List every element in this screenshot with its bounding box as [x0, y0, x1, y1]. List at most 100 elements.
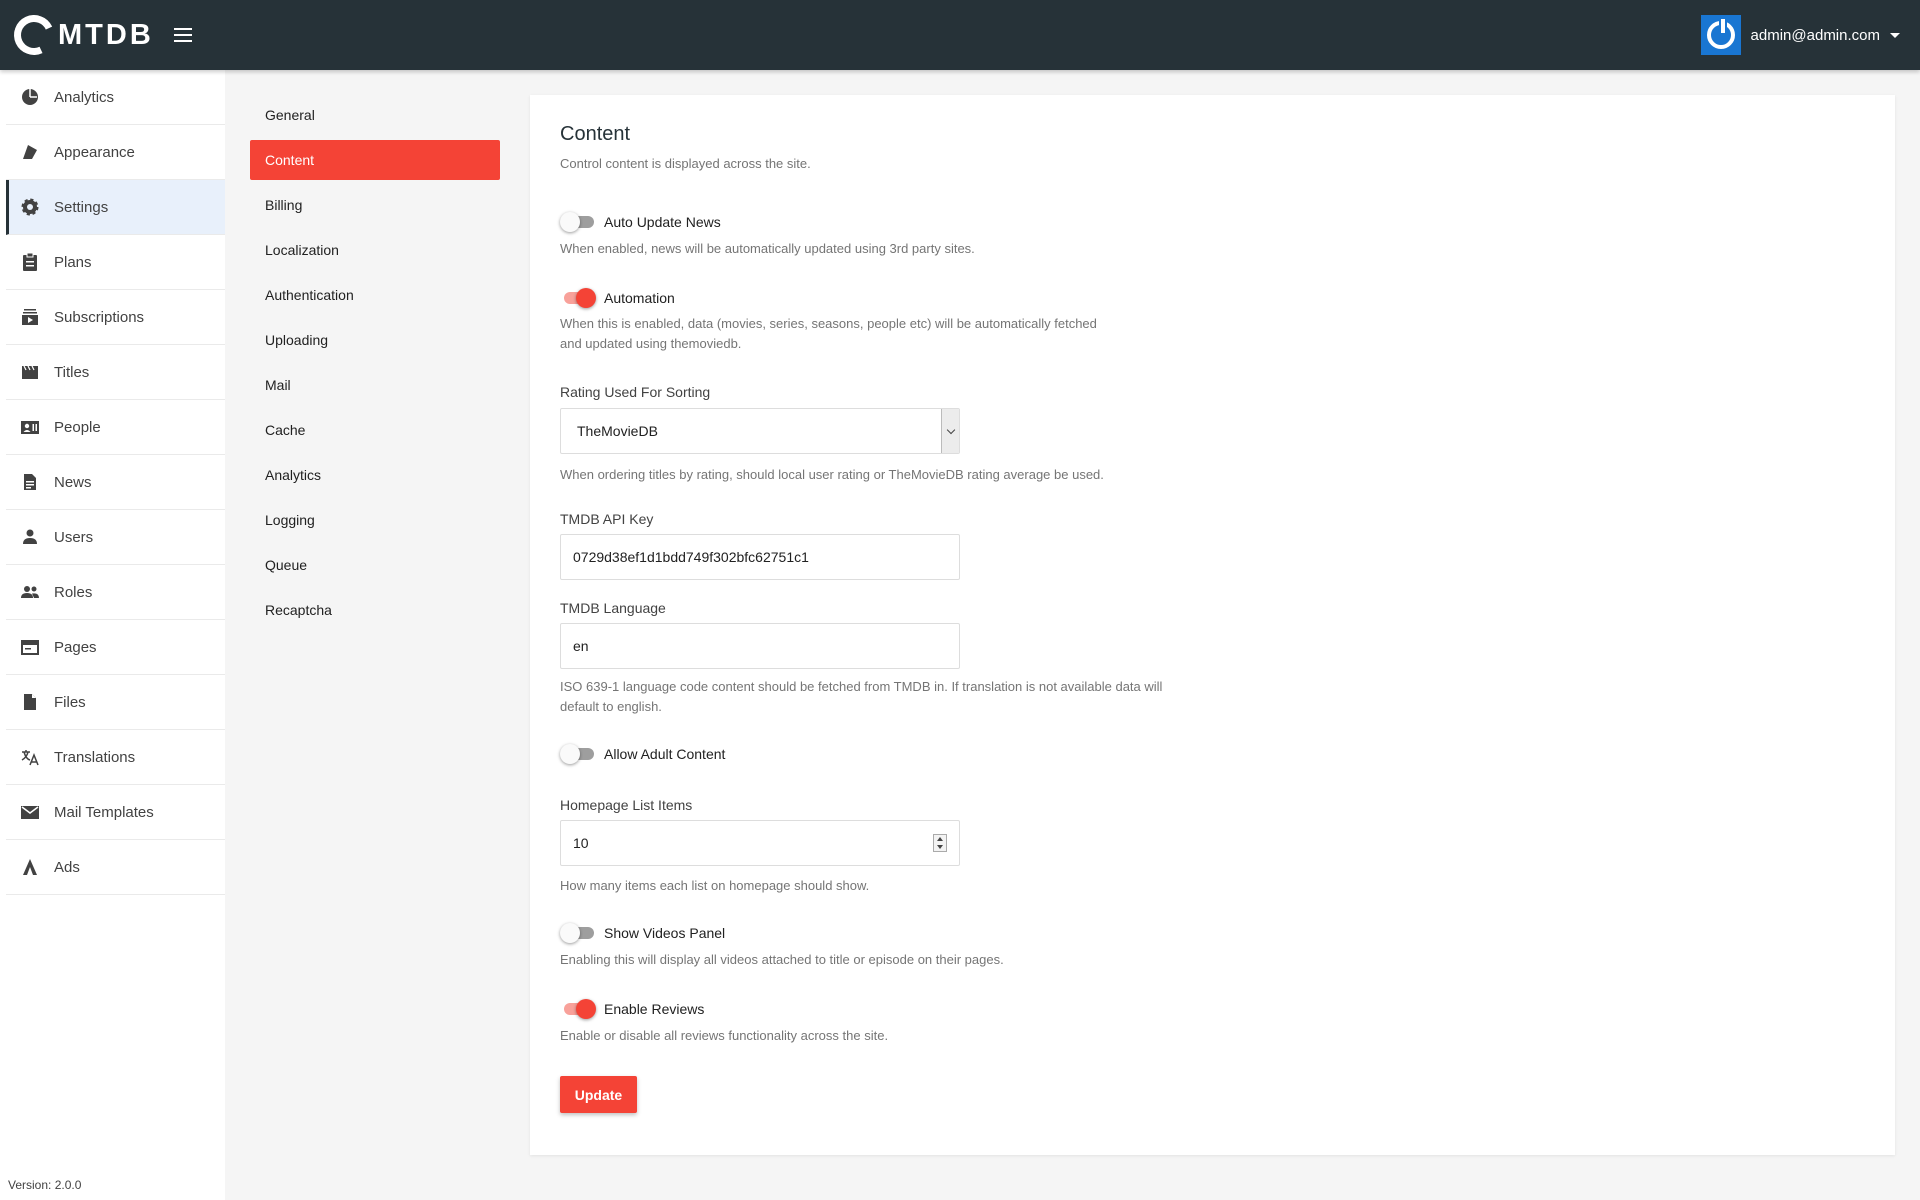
panel-title: Content [560, 123, 631, 145]
automation-label: Automation [604, 290, 675, 306]
rating-sorting-value: TheMovieDB [577, 423, 658, 439]
settings-submenu: General Content Billing Localization Aut… [250, 95, 500, 635]
document-icon [20, 472, 40, 492]
enable-reviews-toggle[interactable] [560, 999, 596, 1019]
update-button[interactable]: Update [560, 1076, 637, 1113]
sidebar-item-label: News [54, 473, 92, 491]
sidebar-item-users[interactable]: Users [6, 510, 225, 565]
submenu-item-localization[interactable]: Localization [250, 230, 500, 270]
rating-sorting-label: Rating Used For Sorting [560, 384, 711, 400]
sidebar-item-ads[interactable]: Ads [6, 840, 225, 895]
show-videos-panel-description: Enabling this will display all videos at… [560, 952, 1004, 967]
palette-icon [20, 142, 40, 162]
auto-update-news-toggle[interactable] [560, 212, 596, 232]
version-label: Version: 2.0.0 [8, 1178, 82, 1192]
submenu-item-content[interactable]: Content [250, 140, 500, 180]
tmdb-language-label: TMDB Language [560, 600, 666, 616]
tmdb-api-key-value: 0729d38ef1d1bdd749f302bfc62751c1 [573, 549, 809, 565]
sidebar-item-news[interactable]: News [6, 455, 225, 510]
movie-icon [20, 362, 40, 382]
show-videos-panel-label: Show Videos Panel [604, 925, 726, 941]
number-stepper-icon[interactable] [933, 834, 947, 852]
automation-description-line1: When this is enabled, data (movies, seri… [560, 316, 1097, 331]
sidebar-item-label: Users [54, 528, 94, 546]
sidebar-item-pages[interactable]: Pages [6, 620, 225, 675]
sidebar-item-label: Pages [54, 638, 97, 656]
automation-description-line2: and updated using themoviedb. [560, 336, 742, 351]
translate-icon [20, 747, 40, 767]
auto-update-news-label: Auto Update News [604, 214, 721, 230]
allow-adult-content-toggle[interactable] [560, 744, 596, 764]
submenu-item-analytics[interactable]: Analytics [250, 455, 500, 495]
sidebar-item-label: Analytics [54, 88, 115, 106]
sidebar-item-label: Plans [54, 253, 92, 271]
group-icon [20, 582, 40, 602]
gear-icon [20, 197, 40, 217]
sidebar-item-files[interactable]: Files [6, 675, 225, 730]
auto-update-news-description: When enabled, news will be automatically… [560, 241, 975, 256]
sidebar-item-people[interactable]: People [6, 400, 225, 455]
rating-sorting-select[interactable]: TheMovieDB [560, 408, 960, 454]
file-icon [20, 692, 40, 712]
submenu-item-billing[interactable]: Billing [250, 185, 500, 225]
sidebar-item-subscriptions[interactable]: Subscriptions [6, 290, 225, 345]
logo-text: MTDB [58, 18, 154, 51]
sidebar-item-analytics[interactable]: Analytics [6, 70, 225, 125]
homepage-list-items-value: 10 [573, 835, 589, 851]
sidebar-item-label: Titles [54, 363, 90, 381]
submenu-item-recaptcha[interactable]: Recaptcha [250, 590, 500, 630]
submenu-item-authentication[interactable]: Authentication [250, 275, 500, 315]
sidebar-item-mail-templates[interactable]: Mail Templates [6, 785, 225, 840]
enable-reviews-description: Enable or disable all reviews functional… [560, 1028, 889, 1043]
account-email: admin@admin.com [1750, 26, 1880, 44]
sidebar-item-label: Translations [54, 748, 136, 766]
sidebar-item-label: Files [54, 693, 86, 711]
sidebar-item-label: Ads [54, 858, 80, 876]
sidebar-item-settings[interactable]: Settings [6, 180, 225, 235]
enable-reviews-label: Enable Reviews [604, 1001, 705, 1017]
mail-icon [20, 802, 40, 822]
sidebar-item-appearance[interactable]: Appearance [6, 125, 225, 180]
submenu-item-uploading[interactable]: Uploading [250, 320, 500, 360]
app-logo[interactable]: MTDB [8, 9, 154, 61]
sidebar-item-roles[interactable]: Roles [6, 565, 225, 620]
hamburger-menu-icon[interactable] [173, 23, 198, 47]
show-videos-panel-toggle[interactable] [560, 923, 596, 943]
ads-icon [20, 857, 40, 877]
submenu-item-cache[interactable]: Cache [250, 410, 500, 450]
sidebar-item-label: Settings [54, 198, 109, 216]
sidebar-item-label: Appearance [54, 143, 135, 161]
chevron-down-icon [941, 409, 959, 453]
person-icon [20, 527, 40, 547]
content-settings-panel: Content Control content is displayed acr… [530, 95, 1895, 1155]
sidebar-item-plans[interactable]: Plans [6, 235, 225, 290]
submenu-item-general[interactable]: General [250, 95, 500, 135]
sidebar-item-translations[interactable]: Translations [6, 730, 225, 785]
submenu-item-mail[interactable]: Mail [250, 365, 500, 405]
tmdb-language-description-line2: default to english. [560, 699, 662, 714]
automation-toggle[interactable] [560, 288, 596, 308]
tmdb-api-key-label: TMDB API Key [560, 511, 654, 527]
logo-ring-icon [8, 9, 60, 61]
homepage-list-items-input[interactable]: 10 [560, 820, 960, 866]
tmdb-api-key-input[interactable]: 0729d38ef1d1bdd749f302bfc62751c1 [560, 534, 960, 580]
tmdb-language-value: en [573, 638, 589, 654]
sidebar-item-label: Subscriptions [54, 308, 145, 326]
account-menu[interactable]: admin@admin.com [1700, 15, 1900, 55]
homepage-list-items-label: Homepage List Items [560, 797, 693, 813]
sidebar-item-label: Roles [54, 583, 93, 601]
sidebar-item-titles[interactable]: Titles [6, 345, 225, 400]
tmdb-language-input[interactable]: en [560, 623, 960, 669]
rating-sorting-description: When ordering titles by rating, should l… [560, 467, 1104, 482]
avatar [1700, 15, 1741, 55]
submenu-item-queue[interactable]: Queue [250, 545, 500, 585]
chevron-down-icon [1890, 32, 1900, 38]
sidebar: Analytics Appearance Settings Plans Subs… [0, 70, 225, 1200]
pie-chart-icon [20, 87, 40, 107]
tmdb-language-description-line1: ISO 639-1 language code content should b… [560, 679, 1163, 694]
panel-subtitle: Control content is displayed across the … [560, 156, 811, 171]
pages-icon [20, 637, 40, 657]
submenu-item-logging[interactable]: Logging [250, 500, 500, 540]
sidebar-item-label: People [54, 418, 101, 436]
top-bar: MTDB admin@admin.com [0, 0, 1920, 70]
